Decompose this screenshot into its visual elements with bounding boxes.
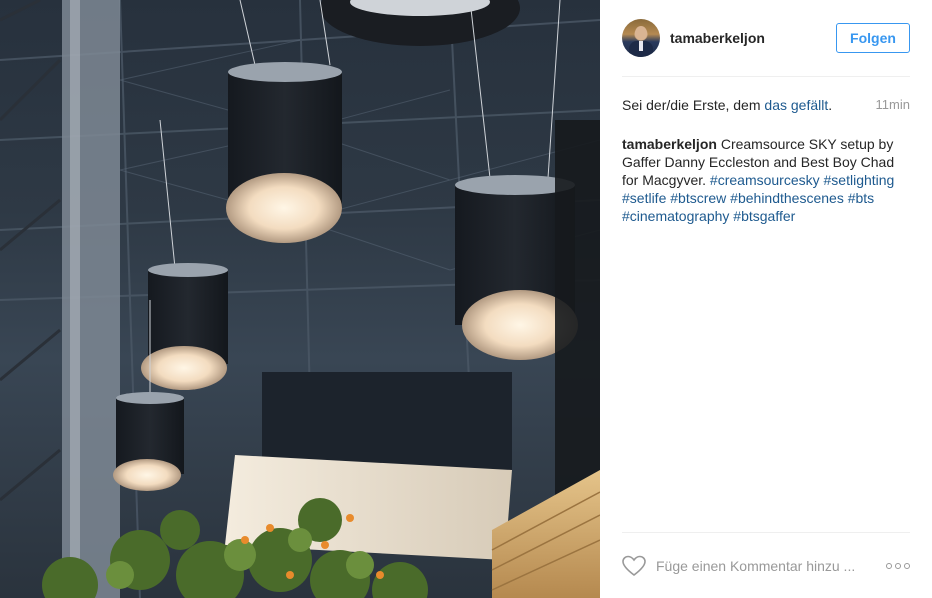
hashtag[interactable]: #btsgaffer bbox=[733, 208, 795, 224]
hashtag[interactable]: #bts bbox=[848, 190, 874, 206]
likes-link[interactable]: das gefällt bbox=[764, 97, 828, 113]
post-header: tamaberkeljon Folgen bbox=[622, 18, 910, 58]
hashtag[interactable]: #btscrew bbox=[670, 190, 726, 206]
heart-icon[interactable] bbox=[622, 555, 646, 577]
divider bbox=[622, 76, 910, 77]
comment-input[interactable] bbox=[656, 558, 886, 574]
hashtag[interactable]: #behindthescenes bbox=[730, 190, 844, 206]
comment-row bbox=[622, 554, 910, 578]
photo-illustration bbox=[0, 0, 600, 598]
username-link[interactable]: tamaberkeljon bbox=[670, 30, 836, 46]
more-options-icon[interactable] bbox=[886, 561, 910, 571]
hashtag[interactable]: #setlife bbox=[622, 190, 666, 206]
follow-button[interactable]: Folgen bbox=[836, 23, 910, 53]
likes-row: Sei der/die Erste, dem das gefällt. 11mi… bbox=[622, 97, 910, 113]
caption-username[interactable]: tamaberkeljon bbox=[622, 136, 717, 152]
light-shade-1 bbox=[226, 0, 342, 243]
post-timestamp[interactable]: 11min bbox=[876, 97, 910, 113]
hashtag[interactable]: #setlighting bbox=[824, 172, 895, 188]
post-photo[interactable] bbox=[0, 0, 600, 598]
post-caption: tamaberkeljon Creamsource SKY setup by G… bbox=[622, 135, 910, 225]
light-shade-2 bbox=[141, 119, 228, 390]
likes-text: Sei der/die Erste, dem das gefällt. bbox=[622, 97, 833, 113]
hashtag[interactable]: #creamsourcesky bbox=[710, 172, 820, 188]
hashtag[interactable]: #cinematography bbox=[622, 208, 729, 224]
divider bbox=[622, 532, 910, 533]
avatar[interactable] bbox=[622, 19, 660, 57]
post-side-panel: tamaberkeljon Folgen Sei der/die Erste, … bbox=[600, 0, 932, 598]
